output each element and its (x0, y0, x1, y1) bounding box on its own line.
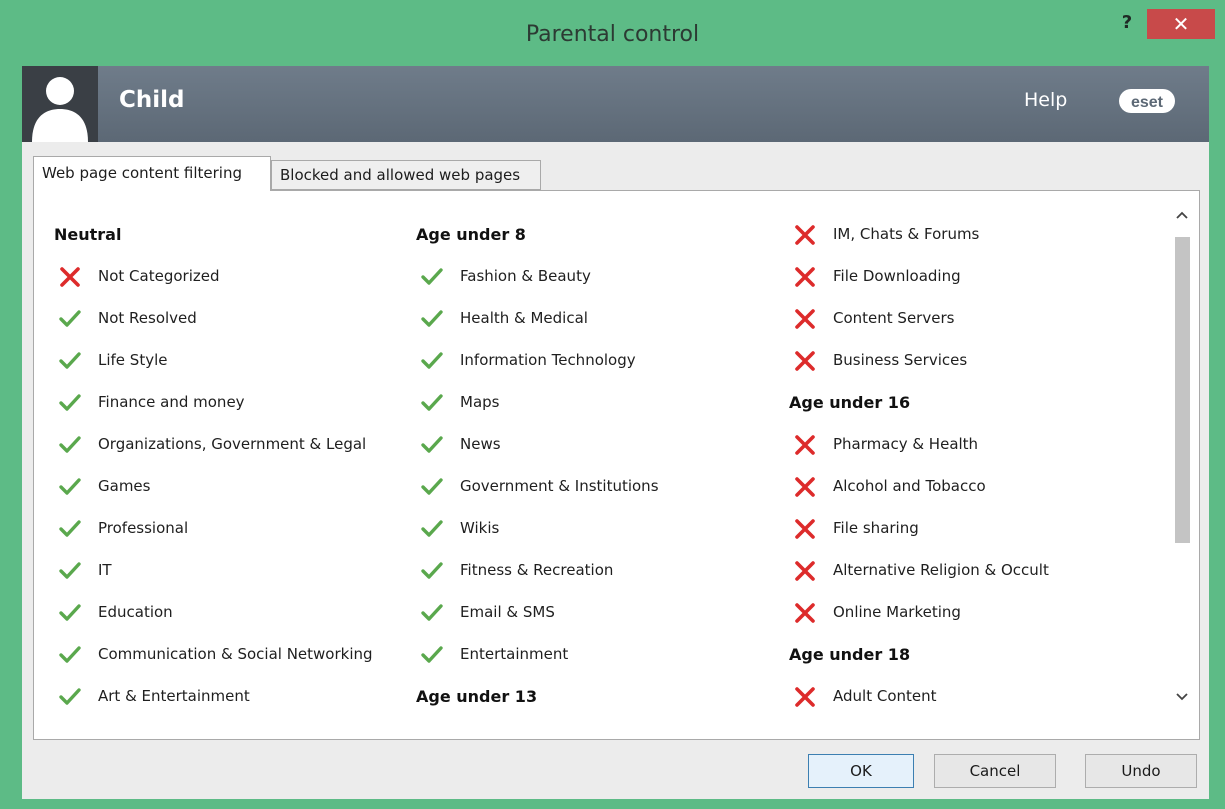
cross-icon[interactable] (793, 601, 817, 625)
check-icon[interactable] (58, 517, 82, 541)
check-icon[interactable] (58, 307, 82, 331)
cross-icon[interactable] (793, 349, 817, 373)
group-title: Age under 8 (416, 225, 526, 244)
cancel-button[interactable]: Cancel (934, 754, 1056, 788)
check-icon[interactable] (420, 349, 444, 373)
close-button[interactable]: ✕ (1147, 9, 1215, 39)
category-label: Communication & Social Networking (98, 645, 373, 663)
category-label: Maps (460, 393, 500, 411)
category-label: Fitness & Recreation (460, 561, 614, 579)
title-bar: Parental control ? ✕ (0, 0, 1225, 66)
category-label: Wikis (460, 519, 500, 537)
cross-icon[interactable] (58, 265, 82, 289)
check-icon[interactable] (420, 517, 444, 541)
category-label: Not Categorized (98, 267, 220, 285)
cross-icon[interactable] (793, 223, 817, 247)
cross-icon[interactable] (793, 307, 817, 331)
category-label: Health & Medical (460, 309, 588, 327)
profile-name: Child (119, 87, 185, 113)
cross-icon[interactable] (793, 433, 817, 457)
tab-web-content-filtering[interactable]: Web page content filtering (33, 156, 271, 191)
category-label: Not Resolved (98, 309, 197, 327)
check-icon[interactable] (58, 475, 82, 499)
window-title: Parental control (525, 22, 700, 47)
category-panel: Neutral Not Categorized Not Resolved Life S… (33, 190, 1200, 740)
check-icon[interactable] (58, 601, 82, 625)
check-icon[interactable] (420, 475, 444, 499)
scrollbar-thumb[interactable] (1175, 237, 1190, 543)
category-label: Alcohol and Tobacco (833, 477, 986, 495)
category-label: File sharing (833, 519, 919, 537)
group-title: Age under 13 (416, 687, 538, 706)
category-label: Fashion & Beauty (460, 267, 591, 285)
category-label: Content Servers (833, 309, 955, 327)
check-icon[interactable] (420, 643, 444, 667)
scroll-up-icon[interactable] (1166, 207, 1198, 227)
check-icon[interactable] (58, 433, 82, 457)
ok-button[interactable]: OK (808, 754, 914, 788)
category-label: Pharmacy & Health (833, 435, 979, 453)
dialog-client: Child Help eset Web page content filteri… (22, 66, 1209, 799)
category-label: Art & Entertainment (98, 687, 250, 705)
category-label: Games (98, 477, 151, 495)
vertical-scrollbar[interactable] (1166, 191, 1198, 739)
undo-button[interactable]: Undo (1085, 754, 1197, 788)
scroll-down-icon[interactable] (1166, 689, 1198, 709)
category-label: IT (98, 561, 112, 579)
cross-icon[interactable] (793, 559, 817, 583)
cross-icon[interactable] (793, 265, 817, 289)
category-label: File Downloading (833, 267, 961, 285)
help-question-button[interactable]: ? (1112, 10, 1142, 38)
cross-icon[interactable] (793, 517, 817, 541)
category-label: Online Marketing (833, 603, 961, 621)
category-label: IM, Chats & Forums (833, 225, 980, 243)
check-icon[interactable] (58, 391, 82, 415)
cross-icon[interactable] (793, 475, 817, 499)
category-label: Adult Content (833, 687, 937, 705)
category-label: Finance and money (98, 393, 245, 411)
category-label: Business Services (833, 351, 968, 369)
group-title: Age under 16 (789, 393, 911, 412)
category-label: Entertainment (460, 645, 569, 663)
check-icon[interactable] (420, 601, 444, 625)
eset-logo: eset (1118, 87, 1176, 115)
check-icon[interactable] (58, 559, 82, 583)
check-icon[interactable] (58, 349, 82, 373)
help-link[interactable]: Help (1024, 89, 1067, 111)
check-icon[interactable] (420, 391, 444, 415)
category-label: Information Technology (460, 351, 636, 369)
group-title: Neutral (54, 225, 122, 244)
check-icon[interactable] (420, 265, 444, 289)
category-label: Education (98, 603, 173, 621)
category-label: Life Style (98, 351, 168, 369)
tab-blocked-allowed-pages[interactable]: Blocked and allowed web pages (271, 160, 541, 190)
category-label: Government & Institutions (460, 477, 659, 495)
svg-text:eset: eset (1131, 94, 1164, 111)
group-title: Age under 18 (789, 645, 911, 664)
check-icon[interactable] (58, 643, 82, 667)
category-label: Professional (98, 519, 189, 537)
cross-icon[interactable] (793, 685, 817, 709)
check-icon[interactable] (420, 307, 444, 331)
category-label: Email & SMS (460, 603, 555, 621)
category-label: Alternative Religion & Occult (833, 561, 1049, 579)
category-label: Organizations, Government & Legal (98, 435, 367, 453)
check-icon[interactable] (58, 685, 82, 709)
profile-header: Child Help eset (22, 66, 1209, 142)
user-avatar-icon (22, 66, 98, 142)
check-icon[interactable] (420, 433, 444, 457)
category-label: News (460, 435, 501, 453)
parental-control-window: Parental control ? ✕ Child Help eset Web (0, 0, 1225, 809)
check-icon[interactable] (420, 559, 444, 583)
